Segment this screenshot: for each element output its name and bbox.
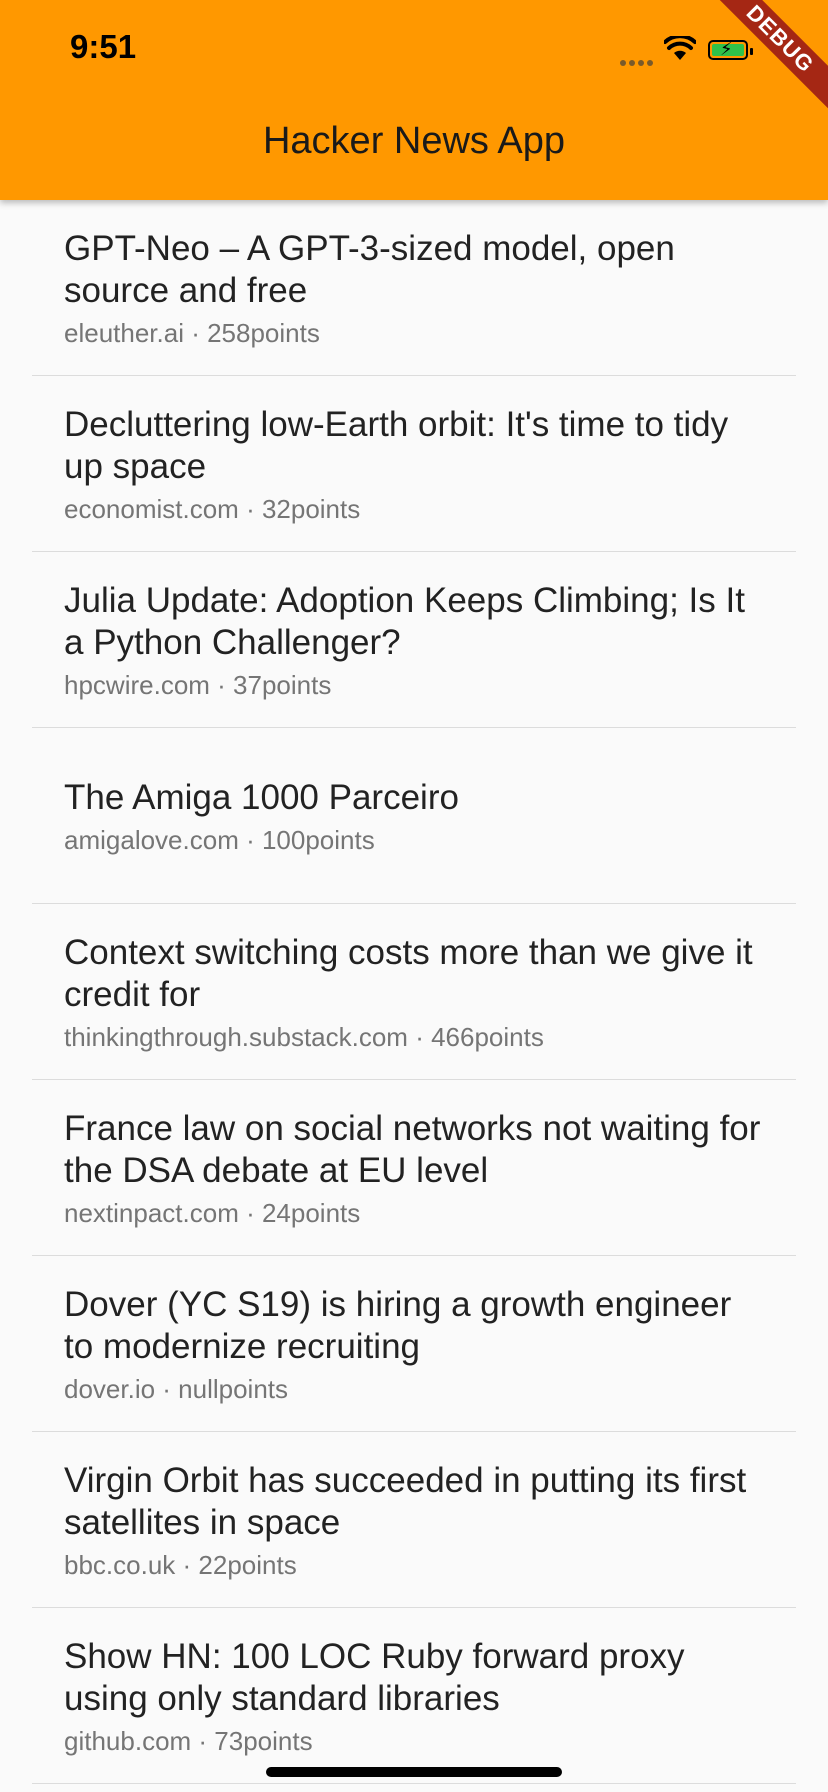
- status-icons: ⚡: [620, 36, 780, 66]
- status-time: 9:51: [70, 28, 137, 65]
- story-subtitle: amigalove.com · 100points: [64, 825, 375, 855]
- battery-charging-icon: ⚡: [708, 39, 748, 60]
- story-subtitle: github.com · 73points: [64, 1726, 313, 1756]
- story-item[interactable]: Virgin Orbit has succeeded in putting it…: [0, 1432, 828, 1608]
- home-indicator[interactable]: [266, 1767, 562, 1777]
- story-subtitle: economist.com · 32points: [64, 494, 361, 524]
- story-title: Virgin Orbit has succeeded in putting it…: [64, 1461, 747, 1542]
- story-subtitle: hpcwire.com · 37points: [64, 670, 332, 700]
- story-title: Dover (YC S19) is hiring a growth engine…: [64, 1285, 732, 1366]
- battery-tip: [750, 48, 753, 55]
- story-title: Show HN: 100 LOC Ruby forward proxy usin…: [64, 1637, 685, 1718]
- story-item[interactable]: GPT-Neo – A GPT-3-sized model, open sour…: [0, 200, 828, 376]
- story-title: Julia Update: Adoption Keeps Climbing; I…: [64, 581, 745, 662]
- story-title: France law on social networks not waitin…: [64, 1109, 761, 1190]
- story-subtitle: eleuther.ai · 258points: [64, 318, 320, 348]
- story-title: GPT-Neo – A GPT-3-sized model, open sour…: [64, 229, 675, 310]
- story-item[interactable]: Context switching costs more than we giv…: [0, 904, 828, 1080]
- wifi-icon: [664, 36, 696, 60]
- story-item[interactable]: The Amiga 1000 Parceiro amigalove.com · …: [0, 728, 828, 904]
- app-bar: 9:51 ⚡ Hacker News App: [0, 0, 828, 200]
- story-list: GPT-Neo – A GPT-3-sized model, open sour…: [0, 200, 828, 1784]
- story-item[interactable]: France law on social networks not waitin…: [0, 1080, 828, 1256]
- signal-dots-icon: [620, 53, 656, 71]
- page-title: Hacker News App: [262, 120, 565, 162]
- story-item[interactable]: Dover (YC S19) is hiring a growth engine…: [0, 1256, 828, 1432]
- story-title: Context switching costs more than we giv…: [64, 933, 753, 1014]
- story-subtitle: dover.io · nullpoints: [64, 1374, 289, 1404]
- story-subtitle: bbc.co.uk · 22points: [64, 1550, 297, 1580]
- story-item[interactable]: Show HN: 100 LOC Ruby forward proxy usin…: [0, 1608, 828, 1784]
- story-item[interactable]: Decluttering low-Earth orbit: It's time …: [0, 376, 828, 552]
- story-subtitle: nextinpact.com · 24points: [64, 1198, 361, 1228]
- story-subtitle: thinkingthrough.substack.com · 466points: [64, 1022, 544, 1052]
- story-title: The Amiga 1000 Parceiro: [64, 778, 459, 817]
- story-item[interactable]: Julia Update: Adoption Keeps Climbing; I…: [0, 552, 828, 728]
- story-title: Decluttering low-Earth orbit: It's time …: [64, 405, 729, 486]
